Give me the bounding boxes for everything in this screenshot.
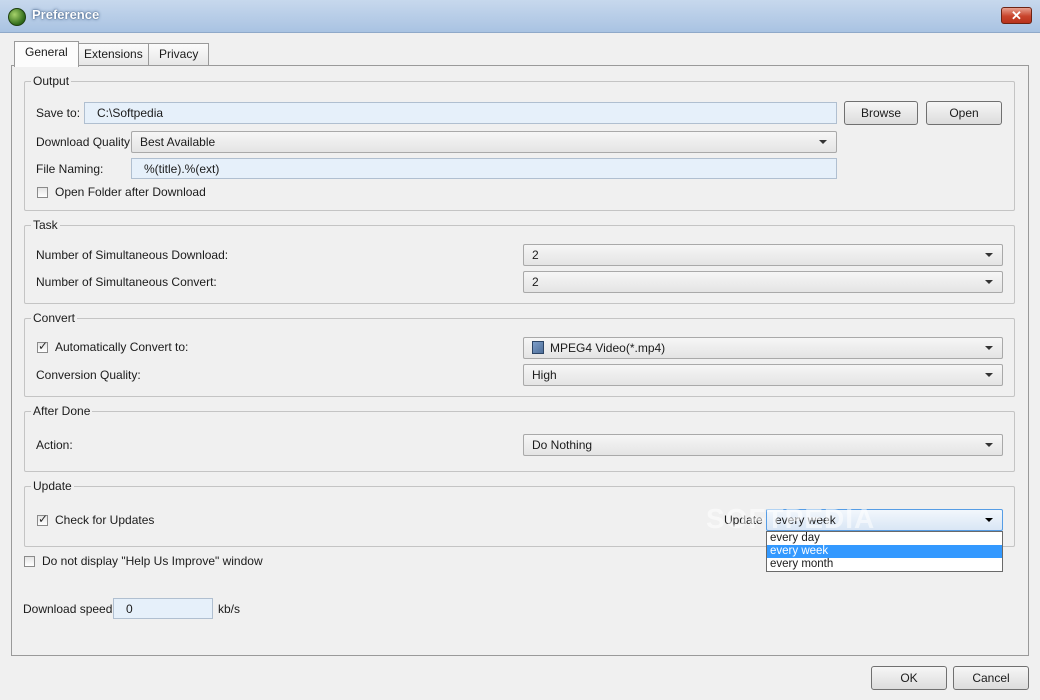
download-speed-label: Download speed: xyxy=(23,602,116,616)
download-quality-select[interactable]: Best Available xyxy=(131,131,837,153)
sim-download-select[interactable]: 2 xyxy=(523,244,1003,266)
chevron-down-icon xyxy=(985,373,993,377)
tab-privacy[interactable]: Privacy xyxy=(148,43,210,65)
chevron-down-icon xyxy=(985,346,993,350)
update-group-title: Update xyxy=(31,479,74,493)
check-updates-label: Check for Updates xyxy=(55,513,155,527)
dropdown-option-every-week[interactable]: every week xyxy=(767,545,1002,558)
update-frequency-select[interactable]: every week xyxy=(766,509,1003,531)
ok-button[interactable]: OK xyxy=(871,666,947,690)
download-quality-value: Best Available xyxy=(140,135,216,149)
sim-convert-label: Number of Simultaneous Convert: xyxy=(36,275,217,289)
video-file-icon xyxy=(532,341,544,354)
after-done-group-title: After Done xyxy=(31,404,93,418)
open-folder-checkbox[interactable] xyxy=(37,187,48,198)
download-speed-unit: kb/s xyxy=(218,602,241,616)
chevron-down-icon xyxy=(985,443,993,447)
dropdown-option-every-day[interactable]: every day xyxy=(767,532,1002,545)
conversion-quality-select[interactable]: High xyxy=(523,364,1003,386)
open-button[interactable]: Open xyxy=(926,101,1002,125)
app-icon xyxy=(8,8,26,26)
close-button[interactable]: ✕ xyxy=(1001,7,1032,24)
save-to-field[interactable]: C:\Softpedia xyxy=(84,102,837,124)
dropdown-option-every-month[interactable]: every month xyxy=(767,558,1002,571)
browse-button[interactable]: Browse xyxy=(844,101,918,125)
auto-convert-label: Automatically Convert to: xyxy=(55,340,189,354)
action-label: Action: xyxy=(36,438,73,452)
help-improve-checkbox[interactable] xyxy=(24,556,35,567)
conversion-quality-value: High xyxy=(532,368,557,382)
convert-group-title: Convert xyxy=(31,311,78,325)
file-naming-field[interactable]: %(title).%(ext) xyxy=(131,158,837,179)
check-icon: ✓ xyxy=(38,512,49,526)
output-group-title: Output xyxy=(31,74,72,88)
chevron-down-icon xyxy=(985,253,993,257)
sim-download-value: 2 xyxy=(532,248,539,262)
save-to-label: Save to: xyxy=(36,106,81,120)
sim-download-label: Number of Simultaneous Download: xyxy=(36,248,229,262)
check-icon: ✓ xyxy=(38,339,49,353)
task-group-title: Task xyxy=(31,218,60,232)
convert-format-select[interactable]: MPEG4 Video(*.mp4) xyxy=(523,337,1003,359)
update-frequency-dropdown: every day every week every month xyxy=(766,531,1003,572)
sim-convert-value: 2 xyxy=(532,275,539,289)
tab-extensions[interactable]: Extensions xyxy=(73,43,154,65)
title-bar: Preference ✕ xyxy=(0,0,1040,33)
tab-general[interactable]: General xyxy=(14,41,79,67)
open-folder-label: Open Folder after Download xyxy=(55,185,206,199)
download-quality-label: Download Quality: xyxy=(36,135,134,149)
chevron-down-icon xyxy=(985,280,993,284)
cancel-button[interactable]: Cancel xyxy=(953,666,1029,690)
update-frequency-label: Update xyxy=(724,513,763,527)
sim-convert-select[interactable]: 2 xyxy=(523,271,1003,293)
download-speed-field[interactable]: 0 xyxy=(113,598,213,619)
action-value: Do Nothing xyxy=(532,438,593,452)
auto-convert-checkbox[interactable]: ✓ xyxy=(37,339,49,353)
check-updates-checkbox[interactable]: ✓ xyxy=(37,512,49,526)
file-naming-label: File Naming: xyxy=(36,162,104,176)
chevron-down-icon xyxy=(819,140,827,144)
action-select[interactable]: Do Nothing xyxy=(523,434,1003,456)
convert-format-value: MPEG4 Video(*.mp4) xyxy=(550,341,666,355)
conversion-quality-label: Conversion Quality: xyxy=(36,368,141,382)
chevron-down-icon xyxy=(985,518,993,522)
window-title: Preference xyxy=(32,7,100,22)
close-icon: ✕ xyxy=(1011,8,1022,23)
help-improve-label: Do not display "Help Us Improve" window xyxy=(42,554,263,568)
update-frequency-value: every week xyxy=(775,513,836,527)
